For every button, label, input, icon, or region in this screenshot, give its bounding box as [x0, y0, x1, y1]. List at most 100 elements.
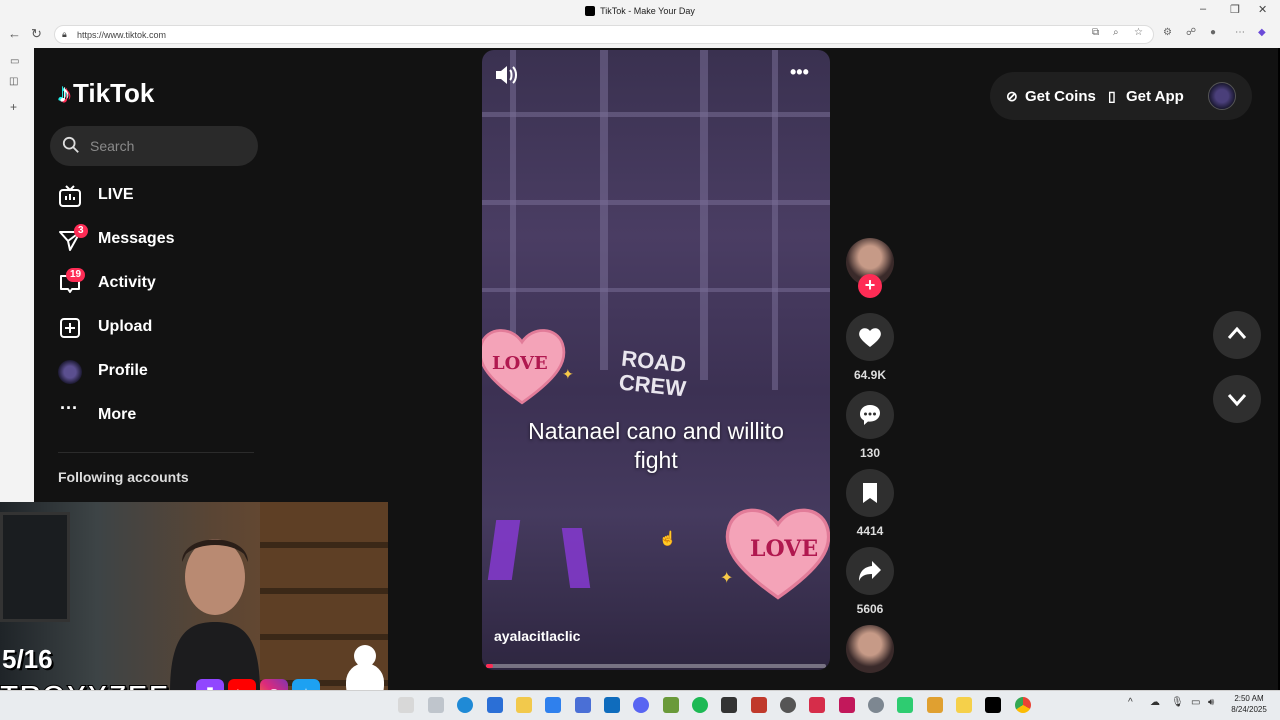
minimize-icon[interactable]: –: [1200, 3, 1206, 15]
nav-item-messages[interactable]: 3 Messages: [58, 224, 258, 256]
like-count: 64.9K: [853, 368, 887, 382]
collections-icon[interactable]: ☍: [1186, 27, 1196, 38]
app-red2-icon[interactable]: [809, 697, 825, 713]
restore-icon[interactable]: ❐: [1230, 3, 1240, 16]
search-taskbar-icon[interactable]: [398, 697, 414, 713]
streamer: [170, 539, 260, 690]
favorite-star-icon[interactable]: ☆: [1134, 27, 1143, 38]
search-icon: [62, 136, 79, 153]
follow-plus-icon[interactable]: +: [858, 274, 882, 298]
nav-label: LIVE: [98, 186, 134, 203]
taskbar-clock[interactable]: 2:50 AM 8/24/2025: [1222, 693, 1276, 715]
tiktok-logo[interactable]: ♪TikTok: [58, 78, 154, 109]
coin-icon: ⊘: [1006, 88, 1018, 104]
following-accounts-header: Following accounts: [58, 469, 189, 485]
heart-icon: [859, 328, 881, 347]
sidebar-divider: [58, 452, 254, 453]
app-pink-icon[interactable]: [839, 697, 855, 713]
edge-icon[interactable]: [457, 697, 473, 713]
app-green-icon[interactable]: [897, 697, 913, 713]
avatar: [58, 360, 82, 384]
onedrive-icon[interactable]: ☁: [1150, 697, 1160, 708]
clock-date: 8/24/2025: [1231, 705, 1267, 714]
store-icon[interactable]: [487, 697, 503, 713]
refresh-icon[interactable]: ↻: [31, 26, 42, 42]
sub-goal-counter: 5/16: [2, 644, 53, 674]
video-caption: Natanael cano and willito fight: [528, 418, 784, 473]
video-author[interactable]: ayalacitlaclic: [494, 628, 580, 644]
profile-icon[interactable]: ●: [1210, 27, 1216, 38]
get-app-button[interactable]: Get App: [1126, 88, 1184, 105]
video-player[interactable]: ROAD CREW LOVE LOVE ✦ ✦ Natanael cano an…: [482, 50, 830, 670]
tiktok-taskbar-icon[interactable]: [985, 697, 1001, 713]
notes-icon[interactable]: [956, 697, 972, 713]
address-bar-row: 🔒︎ https://www.tiktok.com: [0, 22, 1280, 48]
tab-actions-icon[interactable]: ▭: [10, 56, 19, 67]
open-in-app-icon[interactable]: ⧉: [1092, 27, 1099, 38]
outlook-icon[interactable]: [604, 697, 620, 713]
settings-icon[interactable]: [868, 697, 884, 713]
app-orange-icon[interactable]: [927, 697, 943, 713]
search-input[interactable]: Search: [50, 126, 258, 166]
previous-video-button[interactable]: [1213, 311, 1261, 359]
nav-item-live[interactable]: LIVE: [58, 182, 258, 212]
app-icon[interactable]: [575, 697, 591, 713]
video-progress-bar[interactable]: [486, 664, 826, 668]
stage-light: [561, 528, 591, 588]
clock-time: 2:50 AM: [1234, 694, 1264, 703]
nav-item-activity[interactable]: 19 Activity: [58, 268, 258, 300]
activity-badge: 19: [66, 268, 86, 282]
get-coins-button[interactable]: Get Coins: [1025, 88, 1096, 105]
copilot-icon[interactable]: ◆: [1258, 27, 1266, 38]
minecraft-icon[interactable]: [663, 697, 679, 713]
tray-chevron-icon[interactable]: ^: [1128, 697, 1133, 708]
app-red-icon[interactable]: [751, 697, 767, 713]
nav-label: Activity: [98, 274, 156, 291]
scaffold-crossbar: [482, 288, 830, 292]
sound-disc-avatar[interactable]: [846, 625, 894, 673]
extensions-icon[interactable]: ⚙: [1163, 27, 1172, 38]
close-icon[interactable]: ✕: [1258, 3, 1267, 16]
spotify-icon[interactable]: [692, 697, 708, 713]
new-tab-icon[interactable]: +: [10, 100, 17, 114]
chrome-icon[interactable]: [1015, 697, 1031, 713]
back-icon[interactable]: ←: [8, 26, 21, 41]
monitor: [0, 512, 70, 622]
window-titlebar: TikTok - Make Your Day – ❐ ✕: [0, 0, 1280, 22]
like-button[interactable]: [846, 313, 894, 361]
comment-button[interactable]: [846, 391, 894, 439]
vertical-tab-icon[interactable]: ◫: [9, 76, 18, 87]
sparkle-icon: ✦: [720, 570, 734, 587]
save-button[interactable]: [846, 469, 894, 517]
scaffold-beam: [600, 50, 608, 370]
window-title: TikTok - Make Your Day: [0, 6, 1280, 16]
discord-icon[interactable]: [633, 697, 649, 713]
video-progress-fill: [486, 664, 493, 668]
next-video-button[interactable]: [1213, 375, 1261, 423]
nav-label: Messages: [98, 230, 175, 247]
nav-item-profile[interactable]: Profile: [58, 358, 258, 388]
nav-item-more[interactable]: ··· More: [58, 398, 258, 432]
file-explorer-icon[interactable]: [516, 697, 532, 713]
epic-games-icon[interactable]: [721, 697, 737, 713]
ms-store-icon[interactable]: [545, 697, 561, 713]
browser-menu-icon[interactable]: ⋯: [1235, 27, 1245, 38]
messages-badge: 3: [74, 224, 88, 238]
scaffold-beam: [700, 50, 708, 380]
bookmark-icon: [863, 483, 877, 503]
shirt-text: ROAD CREW: [617, 345, 688, 402]
zoom-icon[interactable]: ⌕: [1113, 27, 1119, 38]
network-icon[interactable]: ▭: [1191, 697, 1200, 708]
volume-icon[interactable]: [494, 64, 518, 86]
url-field[interactable]: 🔒︎ https://www.tiktok.com: [54, 25, 1154, 44]
mic-icon[interactable]: 🎙︎: [1171, 697, 1184, 708]
obs-icon[interactable]: [780, 697, 796, 713]
speaker-icon[interactable]: 🔊︎: [1208, 697, 1214, 708]
video-options-icon[interactable]: •••: [790, 62, 809, 83]
lock-icon: 🔒︎: [62, 29, 67, 39]
task-view-icon[interactable]: [428, 697, 444, 713]
share-button[interactable]: [846, 547, 894, 595]
nav-item-upload[interactable]: Upload: [58, 314, 258, 344]
account-avatar[interactable]: [1208, 82, 1236, 110]
scaffold-crossbar: [482, 200, 830, 205]
